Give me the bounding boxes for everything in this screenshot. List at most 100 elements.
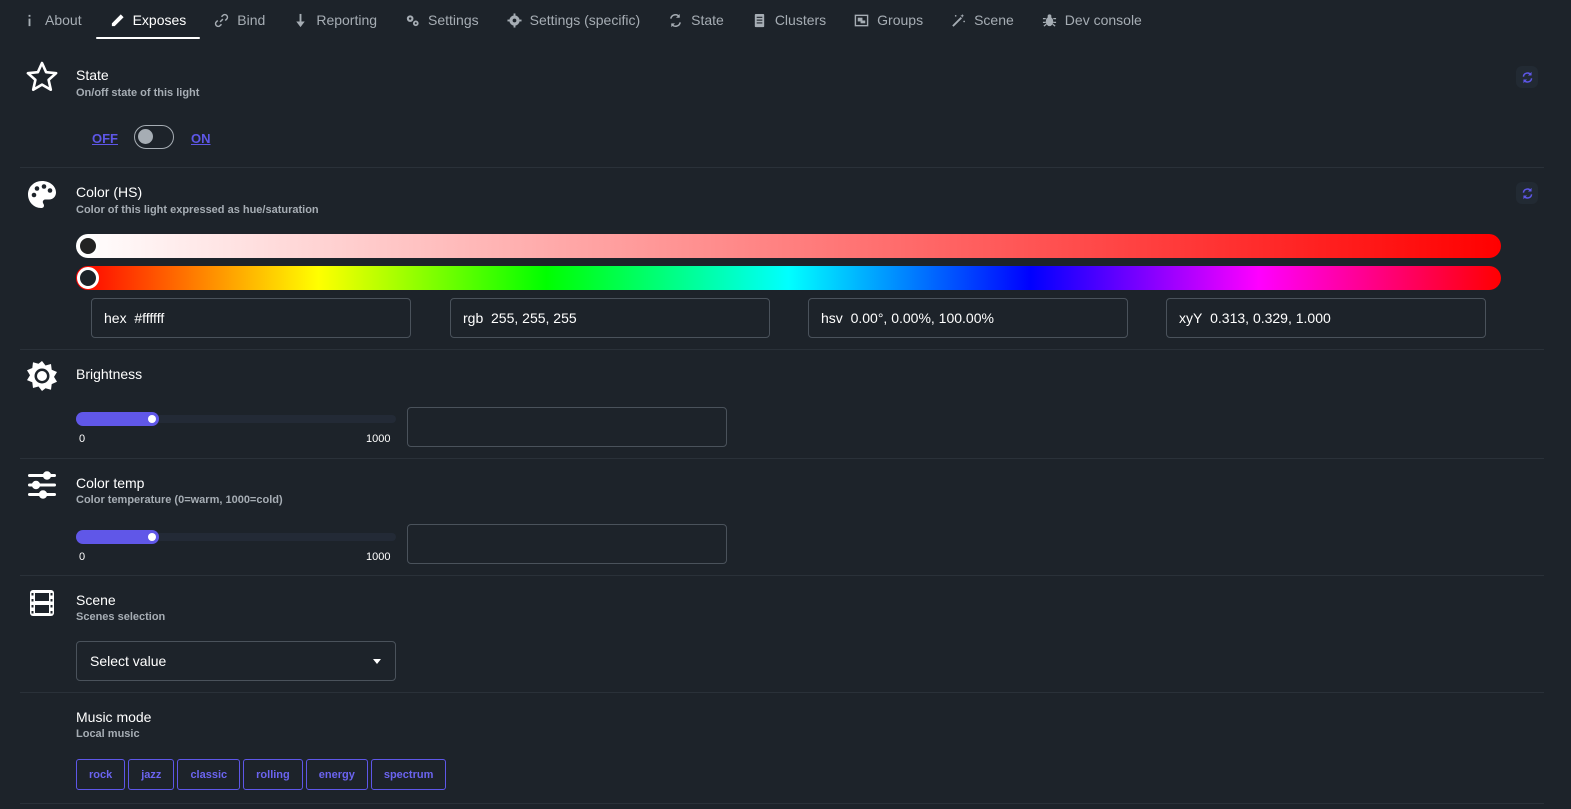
scene-select-value: Select value	[90, 653, 167, 669]
sun-icon	[26, 360, 58, 392]
star-icon	[26, 61, 58, 93]
scene-select[interactable]: Select value	[76, 641, 396, 681]
tab-label: Groups	[877, 12, 924, 28]
rgb-value: 255, 255, 255	[491, 310, 577, 326]
hex-field[interactable]: hex #ffffff	[91, 298, 411, 338]
tab-exposes[interactable]: Exposes	[95, 0, 201, 40]
music-mode-description: Local music	[76, 728, 140, 740]
hue-slider[interactable]	[76, 266, 1501, 290]
state-title: State	[76, 67, 109, 83]
state-off-link[interactable]: OFF	[92, 131, 118, 146]
music-mode-rock-button[interactable]: rock	[76, 759, 126, 790]
slider-fill	[76, 530, 159, 544]
slider-fill	[76, 412, 159, 426]
tab-state[interactable]: State	[654, 0, 738, 40]
sliders-icon	[26, 469, 58, 501]
color-temp-description: Color temperature (0=warm, 1000=cold)	[76, 494, 283, 506]
color-temp-max-label: 1000	[366, 551, 391, 563]
saturation-handle[interactable]	[77, 235, 99, 257]
tab-bind[interactable]: Bind	[200, 0, 279, 40]
rgb-field[interactable]: rgb 255, 255, 255	[450, 298, 770, 338]
saturation-slider[interactable]	[76, 234, 1501, 258]
tab-label: State	[691, 12, 724, 28]
magic-wand-icon	[952, 13, 966, 27]
hsv-value: 0.00°, 0.00%, 100.00%	[850, 310, 994, 326]
tab-label: Clusters	[774, 12, 827, 28]
tab-about[interactable]: About	[8, 0, 96, 40]
tab-settings-specific[interactable]: Settings (specific)	[493, 0, 654, 40]
xyy-value: 0.313, 0.329, 1.000	[1210, 310, 1331, 326]
color-row: Color (HS) Color of this light expressed…	[20, 169, 1544, 350]
state-row: State On/off state of this light OFF ON	[20, 52, 1544, 168]
tab-label: Bind	[237, 12, 266, 28]
xyy-label: xyY	[1179, 310, 1203, 326]
palette-icon	[26, 179, 58, 211]
toggle-knob	[138, 129, 153, 144]
slider-handle[interactable]	[148, 533, 156, 541]
brightness-row: Brightness 0 1000	[20, 351, 1544, 459]
slider-handle[interactable]	[148, 415, 156, 423]
brightness-input[interactable]	[407, 407, 727, 447]
tab-reporting[interactable]: Reporting	[279, 0, 391, 40]
tab-settings[interactable]: Settings	[391, 0, 493, 40]
info-icon	[28, 14, 31, 26]
music-mode-title: Music mode	[76, 709, 152, 725]
music-mode-energy-button[interactable]: energy	[305, 759, 368, 790]
tab-clusters[interactable]: Clusters	[738, 0, 840, 40]
color-temp-row: Color temp Color temperature (0=warm, 10…	[20, 460, 1544, 576]
hex-value: #ffffff	[134, 310, 165, 326]
state-toggle[interactable]	[134, 125, 174, 149]
color-temp-slider[interactable]	[76, 530, 396, 544]
color-temp-min-label: 0	[79, 551, 86, 563]
hsv-label: hsv	[821, 310, 843, 326]
hsv-field[interactable]: hsv 0.00°, 0.00%, 100.00%	[808, 298, 1128, 338]
link-icon	[215, 13, 229, 27]
tab-label: Exposes	[132, 12, 187, 28]
refresh-icon	[1522, 187, 1532, 199]
cogs-icon	[406, 14, 419, 26]
xyy-field[interactable]: xyY 0.313, 0.329, 1.000	[1166, 298, 1486, 338]
arrow-down-icon	[296, 13, 306, 27]
state-on-link[interactable]: ON	[191, 131, 211, 146]
list-icon	[754, 13, 764, 27]
cog-icon	[507, 12, 522, 28]
tab-dev-console[interactable]: Dev console	[1028, 0, 1156, 40]
color-refresh-button[interactable]	[1516, 182, 1538, 204]
chevron-down-icon	[373, 658, 381, 664]
state-refresh-button[interactable]	[1516, 66, 1538, 88]
brightness-slider[interactable]	[76, 412, 396, 426]
tab-label: Settings (specific)	[529, 12, 641, 28]
music-mode-row: Music mode Local music rock jazz classic…	[20, 694, 1544, 804]
music-mode-options: rock jazz classic rolling energy spectru…	[76, 759, 447, 790]
music-mode-jazz-button[interactable]: jazz	[128, 759, 175, 790]
music-mode-spectrum-button[interactable]: spectrum	[370, 759, 447, 790]
rgb-label: rgb	[463, 310, 484, 326]
sync-icon	[670, 13, 682, 27]
tab-label: Scene	[974, 12, 1014, 28]
color-temp-title: Color temp	[76, 475, 145, 491]
brightness-max-label: 1000	[366, 433, 391, 445]
tab-bar: About Exposes Bind Reporting Settings Se…	[0, 0, 1571, 40]
film-icon	[26, 587, 58, 619]
pencil-icon	[111, 13, 124, 26]
brightness-min-label: 0	[79, 433, 86, 445]
bug-icon	[1042, 13, 1056, 27]
color-title: Color (HS)	[76, 184, 143, 200]
hue-handle[interactable]	[77, 267, 99, 289]
scene-title: Scene	[76, 592, 116, 608]
brightness-title: Brightness	[76, 366, 143, 382]
color-temp-input[interactable]	[407, 524, 727, 564]
object-group-icon	[854, 14, 869, 26]
scene-row: Scene Scenes selection Select value	[20, 577, 1544, 693]
tab-label: Dev console	[1064, 12, 1142, 28]
tab-scene[interactable]: Scene	[937, 0, 1028, 40]
scene-description: Scenes selection	[76, 611, 166, 623]
music-mode-classic-button[interactable]: classic	[177, 759, 241, 790]
tab-label: Settings	[428, 12, 479, 28]
tab-label: Reporting	[316, 12, 378, 28]
tab-label: About	[45, 12, 82, 28]
hex-label: hex	[104, 310, 127, 326]
music-mode-rolling-button[interactable]: rolling	[243, 759, 303, 790]
color-description: Color of this light expressed as hue/sat…	[76, 204, 319, 216]
tab-groups[interactable]: Groups	[840, 0, 937, 40]
